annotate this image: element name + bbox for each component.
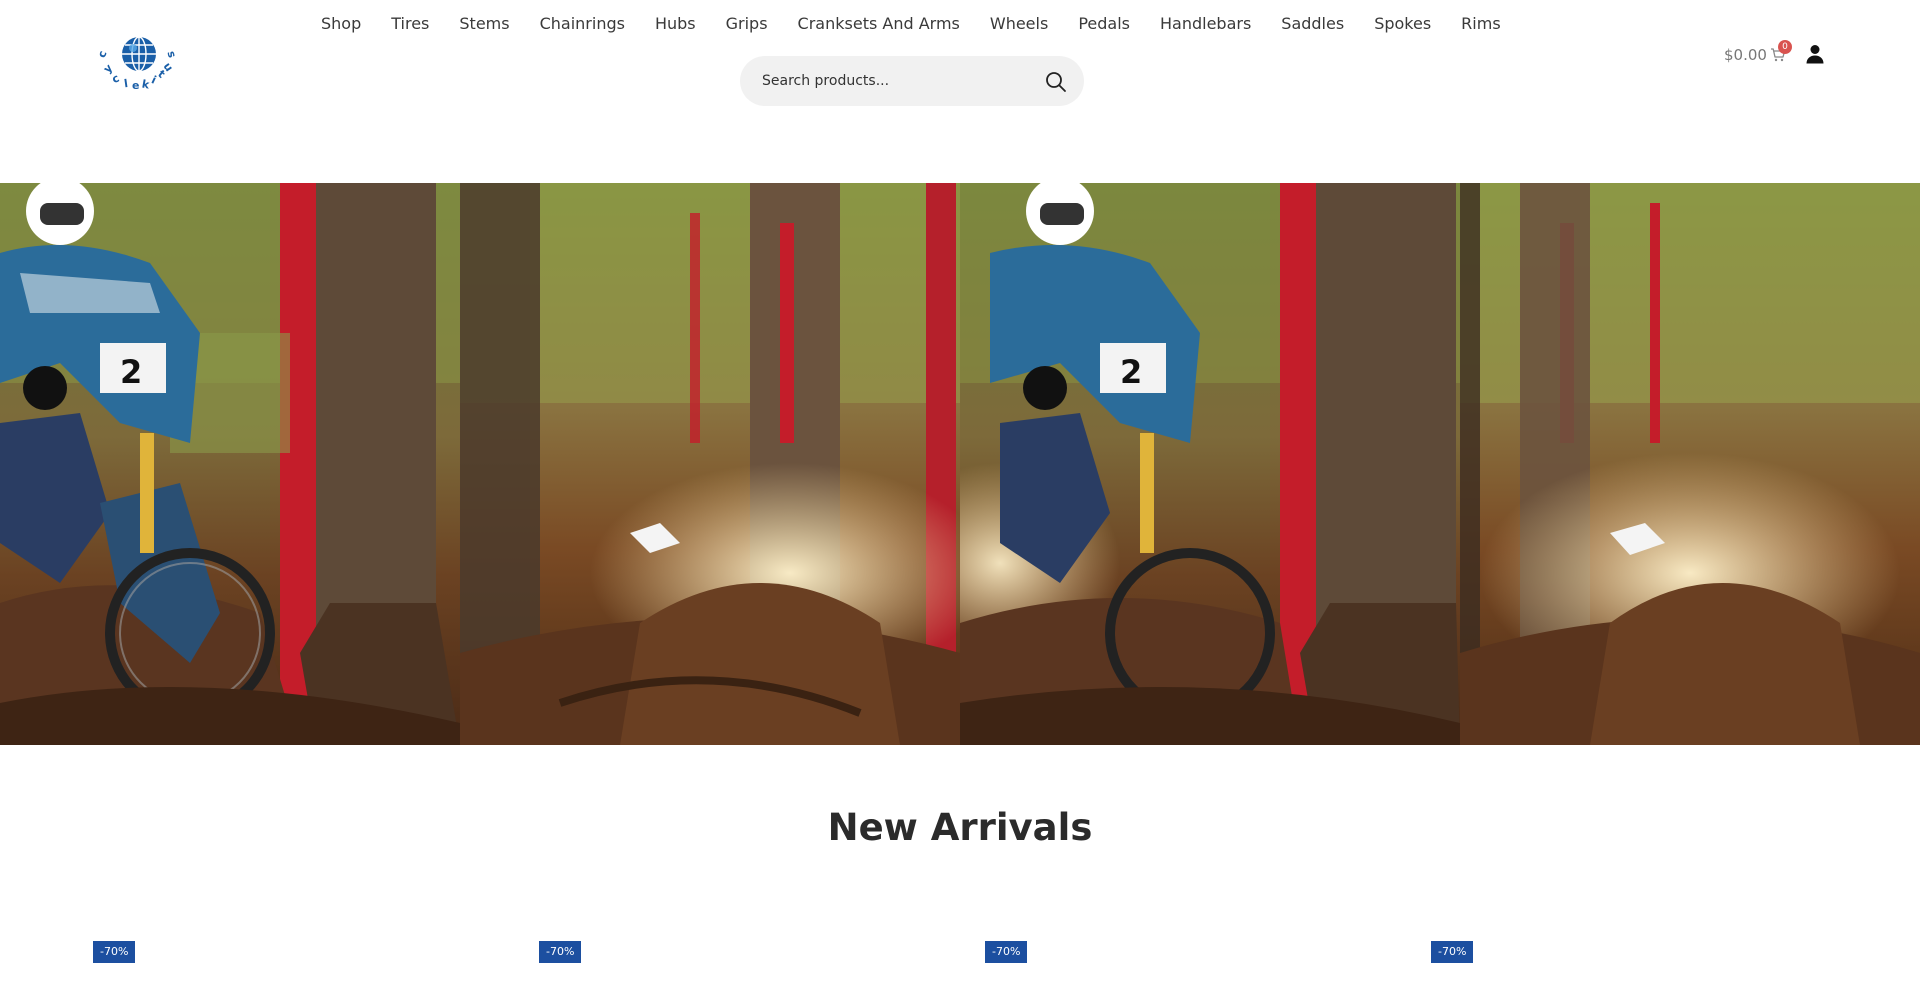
- svg-text:2: 2: [120, 353, 142, 391]
- cart-link[interactable]: $0.00: [1724, 46, 1786, 64]
- cart-total: $0.00: [1724, 46, 1767, 64]
- nav-item-shop[interactable]: Shop: [321, 14, 361, 33]
- discount-badge: -70%: [539, 941, 582, 963]
- nav-item-grips[interactable]: Grips: [726, 14, 768, 33]
- search-bar: [740, 56, 1084, 106]
- svg-text:e: e: [132, 79, 139, 90]
- nav-item-saddles[interactable]: Saddles: [1281, 14, 1344, 33]
- nav-item-cranksets-and-arms[interactable]: Cranksets And Arms: [798, 14, 960, 33]
- nav-item-pedals[interactable]: Pedals: [1078, 14, 1130, 33]
- nav-item-tires[interactable]: Tires: [391, 14, 429, 33]
- discount-badge: -70%: [93, 941, 136, 963]
- svg-text:l: l: [123, 77, 129, 90]
- discount-badge: -70%: [1431, 941, 1474, 963]
- site-header: c y c l e k i t u s cyclekitus Shop Tire…: [0, 0, 1920, 182]
- hero-image-forest-trail-mirror: [1460, 183, 1920, 745]
- hero-image-rider-mirror: 2: [960, 183, 1460, 745]
- search-icon[interactable]: [1044, 70, 1068, 94]
- nav-item-handlebars[interactable]: Handlebars: [1160, 14, 1251, 33]
- search-input[interactable]: [762, 73, 1032, 89]
- hero-image-rider: 2: [0, 183, 460, 745]
- cart-count-badge: 0: [1778, 40, 1792, 54]
- nav-item-hubs[interactable]: Hubs: [655, 14, 696, 33]
- nav-item-spokes[interactable]: Spokes: [1374, 14, 1431, 33]
- discount-badge: -70%: [985, 941, 1028, 963]
- svg-text:s: s: [164, 50, 178, 60]
- svg-text:c: c: [110, 71, 121, 86]
- nav-item-chainrings[interactable]: Chainrings: [540, 14, 625, 33]
- main-navigation: Shop Tires Stems Chainrings Hubs Grips C…: [306, 10, 1516, 36]
- site-logo[interactable]: c y c l e k i t u s cyclekitus: [96, 28, 182, 90]
- svg-text:2: 2: [1120, 353, 1142, 391]
- new-arrivals-title: New Arrivals: [827, 806, 1093, 849]
- user-icon[interactable]: [1806, 44, 1824, 64]
- hero-image-forest-trail: [460, 183, 960, 745]
- nav-item-wheels[interactable]: Wheels: [990, 14, 1048, 33]
- hero-banner[interactable]: 2 2: [0, 183, 1920, 745]
- nav-item-rims[interactable]: Rims: [1461, 14, 1500, 33]
- nav-item-stems[interactable]: Stems: [459, 14, 509, 33]
- svg-text:c: c: [96, 49, 110, 60]
- globe-logo-icon: c y c l e k i t u s: [96, 36, 179, 90]
